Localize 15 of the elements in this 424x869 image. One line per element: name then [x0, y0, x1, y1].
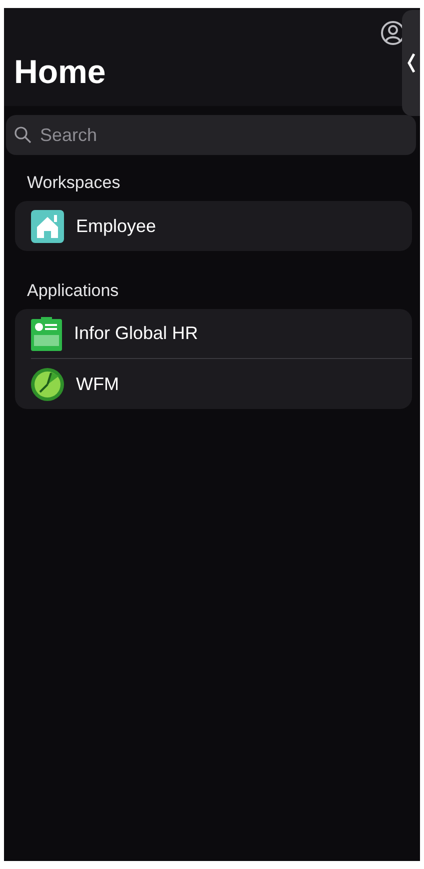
chevron-left-icon [407, 53, 415, 73]
search-field[interactable]: Search [6, 115, 416, 155]
house-icon [31, 210, 64, 242]
search-icon [14, 126, 32, 144]
id-card-icon [31, 316, 62, 350]
page-title: Home [14, 52, 107, 92]
collapse-handle[interactable] [402, 10, 420, 116]
list-item[interactable]: WFM [31, 359, 412, 409]
section-heading: Applications [26, 280, 120, 302]
profile-icon[interactable] [380, 20, 404, 46]
search-input[interactable]: Search [38, 124, 408, 146]
section-heading: Workspaces [26, 172, 122, 194]
list-item[interactable]: Employee [31, 201, 412, 251]
clock-icon [31, 368, 64, 400]
list-item[interactable]: Infor Global HR [31, 309, 412, 359]
